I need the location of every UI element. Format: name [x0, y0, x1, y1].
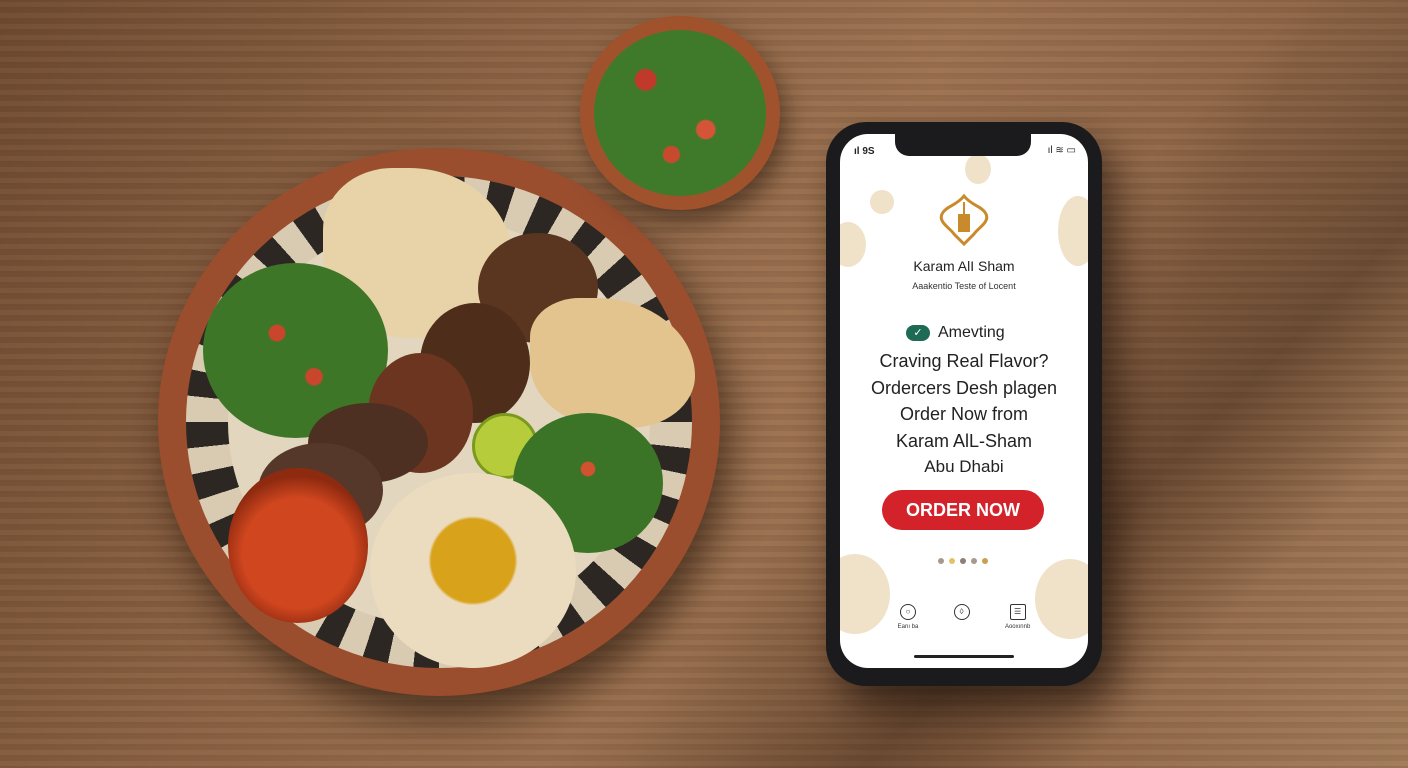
carousel-dot[interactable] [971, 558, 977, 564]
headline-line: Craving Real Flavor? [879, 351, 1049, 371]
grilled-tomato [228, 468, 368, 623]
carousel-dot[interactable] [949, 558, 955, 564]
headline-line: Karam AlL-Sham [895, 430, 1033, 451]
headline-line: Order Now from [899, 404, 1029, 424]
carousel-dots[interactable] [938, 558, 988, 564]
order-now-button[interactable]: ORDER NOW [882, 490, 1044, 530]
status-time: ıl 9S [854, 146, 875, 157]
carousel-dot[interactable] [938, 558, 944, 564]
home-indicator[interactable] [914, 655, 1014, 658]
tabbouleh-bowl [580, 16, 780, 210]
mezze-plate [158, 148, 720, 696]
phone-screen: ıl 9S ıl ≋ ▭ Karam AlI Sham Aaakentio Te… [840, 134, 1088, 668]
check-icon: ✓ [906, 325, 930, 341]
badge-label: Amevting [938, 324, 1005, 341]
location-pin-icon: ◊ [953, 604, 970, 620]
headline-line: Abu Dhabi [924, 457, 1004, 476]
circle-icon: ○ [900, 604, 916, 620]
hummus-bowl [370, 473, 576, 668]
tabbouleh-salad [594, 30, 766, 196]
smartphone: ıl 9S ıl ≋ ▭ Karam AlI Sham Aaakentio Te… [826, 122, 1102, 686]
headline-line: Ordercers Desh plagen [870, 377, 1058, 398]
phone-notch [895, 134, 1031, 156]
badge: ✓ Amevting [906, 324, 1005, 342]
nav-label: Eanı ba [897, 624, 919, 630]
carousel-dot[interactable] [960, 558, 966, 564]
restaurant-logo-icon [939, 193, 989, 247]
decor-blob [1058, 196, 1088, 266]
pita-right [530, 298, 695, 428]
decor-blob [870, 190, 894, 214]
brand-name: Karam AlI Sham [913, 258, 1015, 274]
tagline: Aaakentio Teste of Locent [912, 281, 1016, 291]
nav-label: Aooxınnb [1004, 624, 1031, 630]
decor-blob [965, 154, 991, 184]
status-icons: ıl ≋ ▭ [1047, 145, 1076, 156]
carousel-dot[interactable] [982, 558, 988, 564]
headline: Craving Real Flavor? Ordercers Desh plag… [840, 348, 1088, 481]
menu-grid-icon: ☰ [1009, 604, 1026, 620]
